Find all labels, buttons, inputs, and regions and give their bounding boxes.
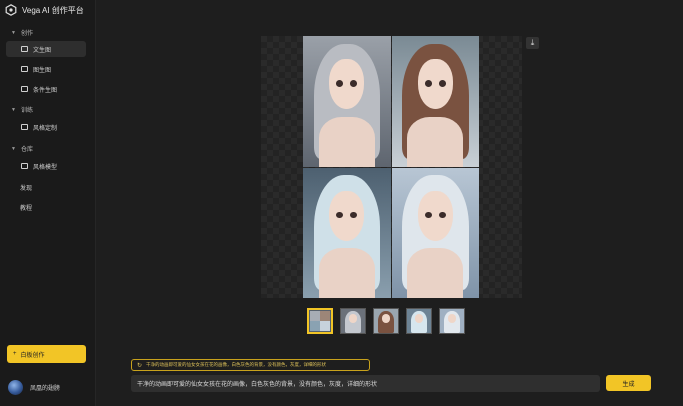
sidebar-link-discover[interactable]: 发现 xyxy=(20,183,32,192)
app-title: Vega AI 创作平台 xyxy=(22,5,84,15)
plus-icon: + xyxy=(13,351,17,357)
generate-button[interactable]: 生成 xyxy=(606,375,651,391)
sidebar-item-style-model[interactable]: 风格模型 xyxy=(6,158,86,174)
section-create[interactable]: ▼ 创作 xyxy=(11,28,33,38)
image-icon xyxy=(21,86,28,92)
sidebar-link-tutorial[interactable]: 教程 xyxy=(20,203,32,212)
prompt-input[interactable]: 干净的动画即可爱的仙女女孩在花的画像，白色灰色的背景，没有颜色，灰度，详细的形状 xyxy=(131,375,600,392)
prompt-history-chip[interactable]: ↻ 干净的动画即可爱的仙女女孩在花的画像，白色灰色的背景，没有颜色，灰度，详细的… xyxy=(131,359,370,371)
thumbnail[interactable] xyxy=(406,308,432,334)
image-grid xyxy=(303,36,479,298)
caret-down-icon: ▼ xyxy=(11,29,16,36)
logo-icon xyxy=(5,4,17,16)
thumbnail-grid[interactable] xyxy=(307,308,333,334)
caret-down-icon: ▼ xyxy=(11,106,16,113)
download-icon: ⤓ xyxy=(530,38,535,47)
thumbnail[interactable] xyxy=(373,308,399,334)
sidebar-item-image-to-image[interactable]: 图生图 xyxy=(6,61,86,77)
thumbnail[interactable] xyxy=(439,308,465,334)
user-profile[interactable]: 凤凰的翅膀 xyxy=(8,380,60,395)
section-repository[interactable]: ▼ 仓库 xyxy=(11,144,33,154)
sidebar-item-style-custom[interactable]: 风格定制 xyxy=(6,119,86,135)
sidebar: Vega AI 创作平台 ▼ 创作 文生图 图生图 条件生图 ▼ 训练 风格定制… xyxy=(0,0,96,406)
image-icon xyxy=(21,66,28,72)
generated-image[interactable] xyxy=(303,36,391,167)
avatar xyxy=(8,380,23,395)
layers-icon xyxy=(21,163,28,169)
user-name: 凤凰的翅膀 xyxy=(30,386,61,392)
app-logo: Vega AI 创作平台 xyxy=(5,4,84,16)
caret-down-icon: ▼ xyxy=(11,145,16,152)
sidebar-item-text-to-image[interactable]: 文生图 xyxy=(6,41,86,57)
generated-image[interactable] xyxy=(391,167,479,298)
thumbnail-strip xyxy=(307,308,465,334)
image-icon xyxy=(21,46,28,52)
sidebar-item-conditional-image[interactable]: 条件生图 xyxy=(6,81,86,97)
refresh-icon: ↻ xyxy=(137,362,143,369)
generated-image[interactable] xyxy=(391,36,479,167)
thumbnail[interactable] xyxy=(340,308,366,334)
generated-image[interactable] xyxy=(303,167,391,298)
whiteboard-create-button[interactable]: + 白板创作 xyxy=(7,345,86,363)
result-canvas xyxy=(261,36,522,298)
section-train[interactable]: ▼ 训练 xyxy=(11,105,33,115)
image-icon xyxy=(21,124,28,130)
download-button[interactable]: ⤓ xyxy=(526,37,539,49)
